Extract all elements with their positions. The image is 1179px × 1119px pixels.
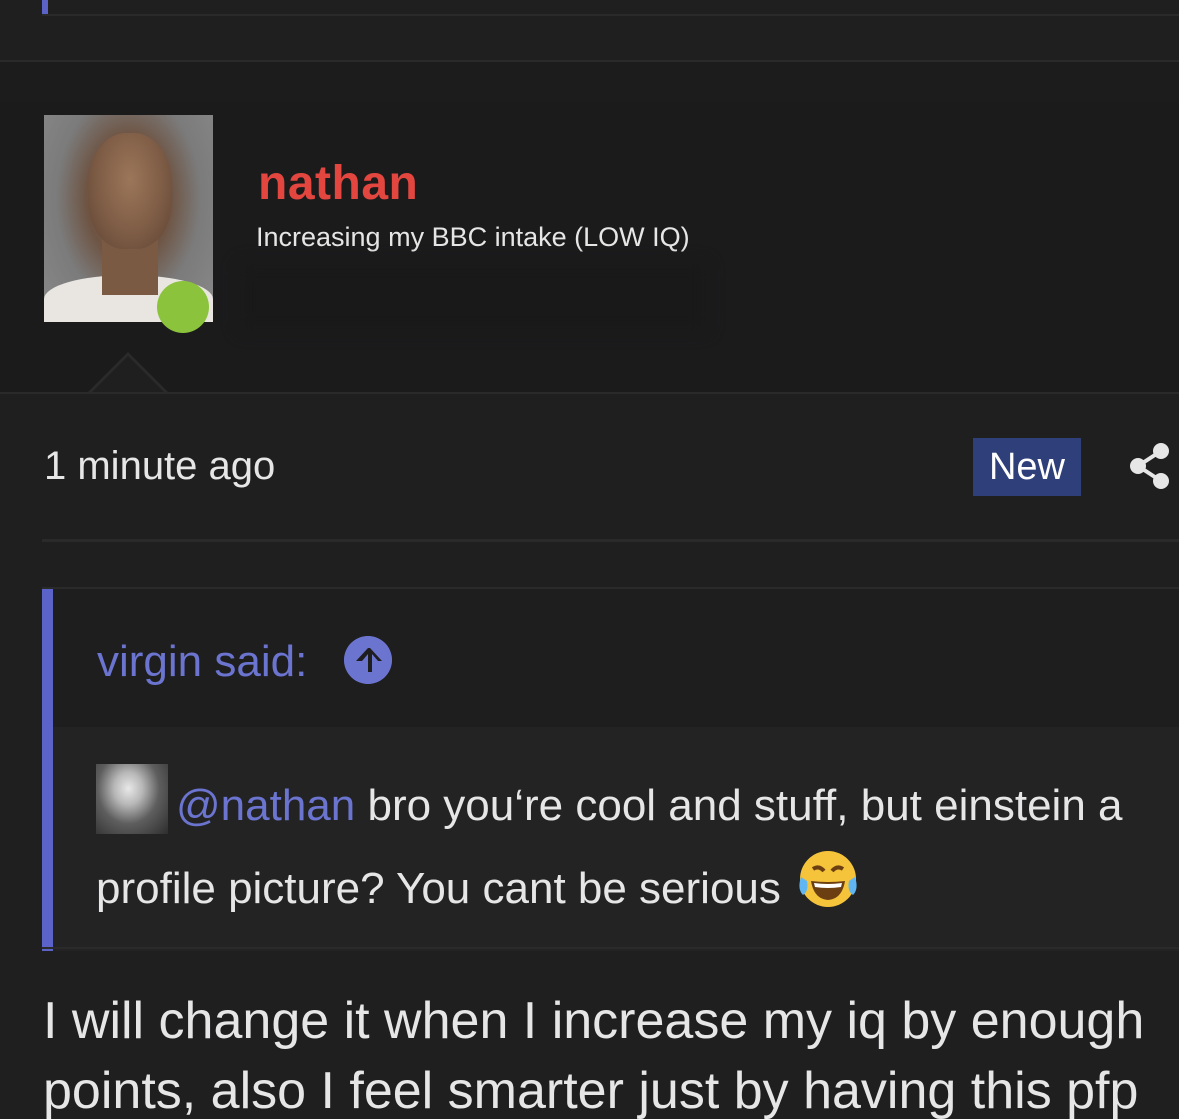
quote-block: virgin said: @nathan bro you‘re cool and… [42,587,1179,951]
username-link[interactable]: nathan [258,156,418,211]
mention-avatar [96,764,168,834]
post-timestamp[interactable]: 1 minute ago [44,444,275,489]
quote-text-line-1: bro you‘re cool and stuff, but einstein … [355,781,1123,830]
quote-content: @nathan bro you‘re cool and stuff, but e… [96,764,1179,930]
author-caret-fill [90,356,166,394]
arrow-up-circle-icon[interactable] [344,636,392,684]
redacted-user-info [238,262,708,332]
new-badge: New [973,438,1081,496]
forum-page: nathan Increasing my BBC intake (LOW IQ)… [0,0,1179,1119]
quote-author-link[interactable]: virgin said: [97,637,307,687]
avatar-face [88,133,172,249]
divider [0,392,1179,394]
divider [42,947,1179,949]
share-icon[interactable] [1128,442,1172,490]
post-body: I will change it when I increase my iq b… [43,986,1144,1119]
user-title: Increasing my BBC intake (LOW IQ) [256,222,690,252]
post-separator [0,60,1179,104]
post-text-line-1: I will change it when I increase my iq b… [43,992,1145,1050]
quote-text-line-2: profile picture? You cant be serious [96,864,781,913]
previous-quote-bar [42,0,48,14]
divider [42,14,1179,16]
previous-post-remnant [0,0,1179,62]
tears-of-joy-emoji-icon [799,851,857,907]
online-status-indicator [157,281,209,333]
post-text-line-2: points, also I feel smarter just by havi… [43,1062,1139,1119]
post-author-header: nathan Increasing my BBC intake (LOW IQ) [0,102,1179,392]
divider [42,539,1179,542]
mention-link[interactable]: @nathan [176,781,355,830]
quote-accent-bar [42,589,53,951]
